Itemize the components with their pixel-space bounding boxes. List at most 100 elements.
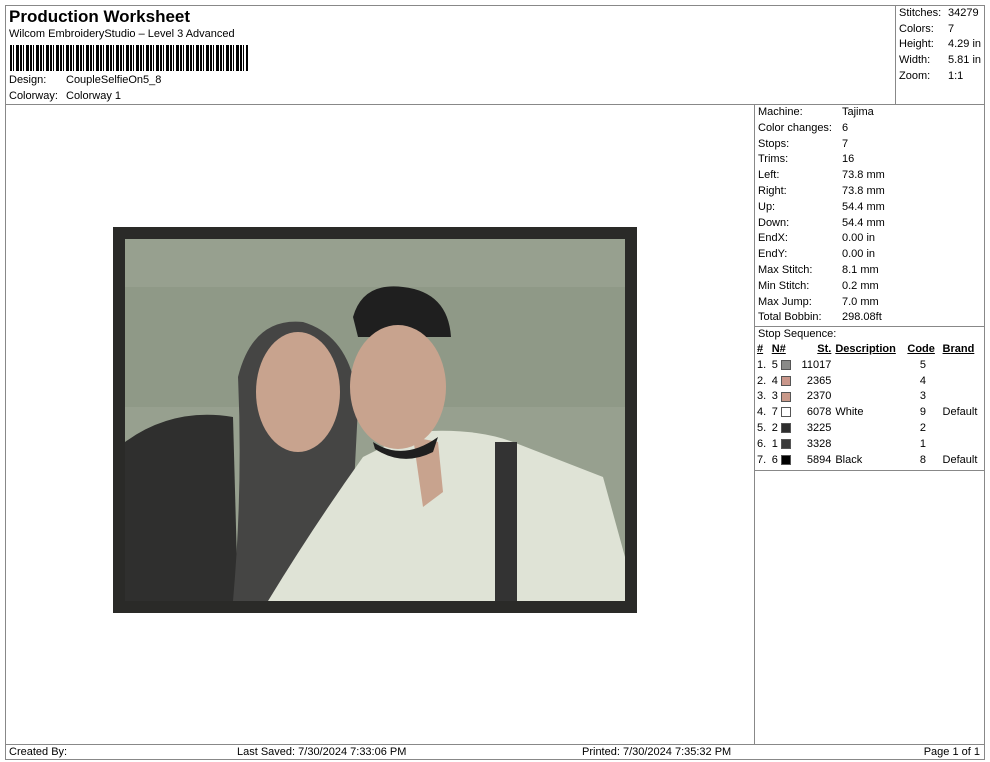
machine-info-row: Trims: 16 (755, 152, 984, 168)
stop-sequence-title: Stop Sequence: (755, 326, 984, 341)
man-face (350, 325, 446, 449)
needle-number: 6 (771, 453, 778, 466)
brand (941, 436, 984, 452)
color-swatch (780, 375, 791, 386)
stop-index: 5. (757, 422, 767, 435)
stitch-count: 2370 (806, 390, 832, 403)
color-swatch (780, 359, 791, 370)
column-header: Brand (942, 343, 975, 356)
stat-label: Stitches: (899, 7, 942, 19)
machine-info-row: Right: 73.8 mm (755, 184, 984, 200)
machine-info-label: EndX: (758, 232, 788, 245)
table-row: 2. 4 2365 4 (755, 373, 984, 389)
machine-info-row: Left: 73.8 mm (755, 168, 984, 184)
needle-number: 1 (771, 437, 778, 450)
stat-label: Colors: (899, 22, 934, 35)
color-swatch (780, 438, 791, 449)
stat-row: Stitches: 34279 (896, 6, 984, 22)
design-row: Design: CoupleSelfieOn5_8 (9, 74, 162, 86)
stat-row: Colors: 7 (896, 22, 984, 38)
machine-info-value: 0.00 in (842, 232, 876, 245)
machine-info-label: Max Stitch: (758, 263, 813, 276)
stitch-count: 3225 (806, 422, 832, 435)
machine-info-row: Color changes: 6 (755, 121, 984, 137)
machine-info-label: Max Jump: (758, 295, 812, 308)
stat-value: 4.29 in (948, 38, 982, 51)
column-header: N# (771, 343, 786, 356)
stitch-count: 2365 (806, 374, 832, 387)
page-number: Page 1 of 1 (923, 746, 980, 758)
code: 4 (919, 374, 927, 387)
bag-strap (495, 442, 517, 601)
colorway-row: Colorway: Colorway 1 (9, 90, 122, 102)
code: 3 (919, 390, 927, 403)
description (833, 389, 905, 405)
stats-panel: Stitches: 34279 Colors: 7 Height: 4.29 in Widt… (895, 6, 984, 105)
stop-index: 1. (757, 358, 767, 371)
machine-info-value: Tajima (842, 106, 874, 118)
description: Black (835, 453, 863, 466)
description (833, 357, 905, 373)
color-swatch (780, 407, 791, 418)
left-figure-shoulder (125, 414, 238, 601)
machine-info-row: EndY: 0.00 in (755, 247, 984, 263)
column-header: # (757, 343, 764, 356)
stat-row: Width: 5.81 in (896, 53, 984, 69)
machine-info-row: Stops: 7 (755, 137, 984, 153)
machine-info-value: 16 (842, 153, 855, 166)
needle-number: 7 (771, 406, 778, 419)
table-row: 6. 1 3328 1 (755, 436, 984, 452)
software-name: Wilcom EmbroideryStudio – Level 3 Advanc… (9, 28, 235, 40)
table-row: 5. 2 3225 2 (755, 420, 984, 436)
machine-info-value: 73.8 mm (842, 184, 885, 197)
color-swatch (780, 391, 791, 402)
color-swatch (780, 423, 791, 434)
embroidery-design-preview (113, 227, 637, 613)
stop-index: 6. (757, 437, 767, 450)
stop-index: 2. (757, 374, 767, 387)
created-by: Created By: (9, 746, 68, 758)
stat-value: 5.81 in (948, 54, 982, 67)
machine-info-row: Total Bobbin: 298.08ft (755, 310, 984, 326)
table-row: 4. 7 6078 White 9 Default (755, 404, 984, 420)
stitch-count: 5894 (806, 453, 832, 466)
brand: Default (942, 453, 978, 466)
stop-index: 3. (757, 390, 767, 403)
stat-row: Height: 4.29 in (896, 37, 984, 53)
stitch-count: 11017 (801, 358, 832, 371)
stop-index: 7. (757, 453, 767, 466)
code: 1 (919, 437, 927, 450)
last-saved: Last Saved: 7/30/2024 7:33:06 PM (237, 746, 407, 758)
machine-info-row: Down: 54.4 mm (755, 216, 984, 232)
brand: Default (942, 406, 978, 419)
needle-number: 2 (771, 422, 778, 435)
machine-info-label: Machine: (758, 106, 803, 118)
description (833, 420, 905, 436)
machine-info-label: Right: (758, 184, 787, 197)
machine-panel: Machine: Tajima Color changes: 6 Stops: 7 Trim… (754, 105, 984, 471)
code: 2 (919, 422, 927, 435)
machine-info-row: Machine: Tajima (755, 105, 984, 121)
stat-row: Zoom: 1:1 (896, 69, 984, 85)
footer: Created By: Last Saved: 7/30/2024 7:33:0… (6, 744, 984, 760)
machine-info-label: EndY: (758, 248, 788, 261)
machine-info-row: Max Jump: 7.0 mm (755, 295, 984, 311)
machine-info-value: 7 (842, 137, 849, 150)
machine-info-value: 298.08ft (842, 311, 882, 324)
brand (941, 420, 984, 436)
machine-info-row: Up: 54.4 mm (755, 200, 984, 216)
stitch-count: 3328 (806, 437, 832, 450)
stat-value: 7 (948, 22, 955, 35)
color-swatch (780, 454, 791, 465)
machine-info-row: Min Stitch: 0.2 mm (755, 279, 984, 295)
stat-label: Height: (899, 38, 934, 51)
machine-info-value: 54.4 mm (842, 200, 885, 213)
brand (941, 357, 984, 373)
needle-number: 3 (771, 390, 778, 403)
colorway-name: Colorway 1 (66, 90, 122, 102)
machine-info-label: Color changes: (758, 121, 832, 134)
machine-info-value: 6 (842, 121, 849, 134)
stop-index: 4. (757, 406, 767, 419)
stat-value: 1:1 (948, 69, 964, 82)
code: 8 (919, 453, 927, 466)
